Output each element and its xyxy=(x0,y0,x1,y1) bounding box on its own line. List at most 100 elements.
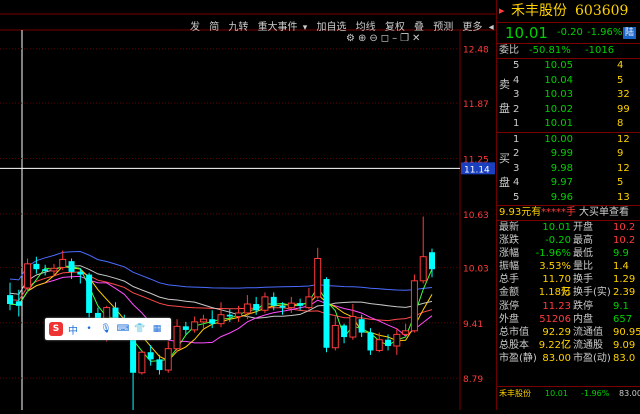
stat-row: 涨停11.23跌停9.1 xyxy=(497,300,640,313)
y-tick-label: 9.41 xyxy=(463,320,483,330)
stat-row: 涨幅-1.96%最低9.9 xyxy=(497,247,640,260)
candle-body xyxy=(332,325,338,347)
order-price: 9.98 xyxy=(543,162,573,177)
ratio-pct: -50.81% xyxy=(529,44,571,58)
toolbar-item[interactable]: 加自选 xyxy=(316,22,346,33)
candle-body xyxy=(350,317,356,338)
order-row[interactable]: 29.999 xyxy=(497,147,640,162)
footer-row: 禾丰股份 10.01 -1.96% 83.00 xyxy=(497,386,640,401)
order-row[interactable]: 59.9613 xyxy=(497,191,640,206)
candle-body xyxy=(25,264,31,288)
order-level: 1 xyxy=(513,117,519,132)
restore-icon[interactable]: ❐ xyxy=(400,33,412,44)
order-row[interactable]: 310.0332 xyxy=(497,88,640,103)
y-tick-label: 10.03 xyxy=(463,264,489,274)
order-volume: 8 xyxy=(617,117,623,132)
stat-label: 振幅 xyxy=(499,260,519,273)
dropdown-icon[interactable]: ▸ xyxy=(499,0,505,22)
minimize-icon[interactable]: – xyxy=(392,33,400,44)
order-price: 10.01 xyxy=(543,117,573,132)
candle-body xyxy=(262,297,268,310)
toolbar-item[interactable]: 叠 xyxy=(414,22,424,33)
candle-body xyxy=(192,322,198,330)
sogou-logo-icon: S xyxy=(49,322,63,336)
order-price: 10.00 xyxy=(543,133,573,148)
order-volume: 32 xyxy=(617,88,630,103)
toolbar-item[interactable]: 预测 xyxy=(433,22,453,33)
plus-circle-icon[interactable]: ⊕ xyxy=(358,33,369,44)
close-icon[interactable]: ✕ xyxy=(412,33,423,44)
stat-row: 市盈(静)83.00市盈(动)83.0 xyxy=(497,352,640,365)
microphone-icon[interactable]: 🎙 xyxy=(100,323,112,335)
candle-body xyxy=(324,279,330,348)
stat-value: 90.95 xyxy=(613,326,640,339)
collapse-icon[interactable]: ◂ xyxy=(489,22,494,33)
order-row[interactable]: 410.045 xyxy=(497,74,640,89)
order-level: 3 xyxy=(513,162,519,177)
toolbar-item[interactable]: 复权 xyxy=(385,22,405,33)
candle-body xyxy=(359,319,365,332)
keyboard-icon[interactable]: ⌨ xyxy=(117,323,129,335)
toolbar-item[interactable]: 均线 xyxy=(356,22,376,33)
minus-circle-icon[interactable]: ⊖ xyxy=(369,33,380,44)
stat-value: 10.2 xyxy=(613,234,635,247)
candle-body xyxy=(218,315,224,324)
candle-body xyxy=(429,252,435,269)
order-price: 10.04 xyxy=(543,74,573,89)
toolbar-item[interactable]: 重大事件 xyxy=(258,22,298,33)
kline-svg[interactable]: 12.4811.8711.2510.6310.039.418.7911.148.… xyxy=(0,0,495,410)
toolbar-item[interactable]: 九转 xyxy=(228,22,248,33)
stat-value: 1.18亿 xyxy=(533,286,571,299)
stat-row: 总市值92.29亿流通值90.95 xyxy=(497,326,640,339)
toolbar-item[interactable]: 发 xyxy=(190,22,200,33)
order-row[interactable]: 510.054 xyxy=(497,59,640,74)
input-mode-label[interactable]: 中 xyxy=(68,322,78,337)
stat-label: 最低 xyxy=(573,247,593,260)
stat-value: 9.22亿 xyxy=(533,339,571,352)
toolbar-item[interactable]: 简 xyxy=(209,22,219,33)
stat-label: 量比 xyxy=(573,260,593,273)
stat-value: 83.00 xyxy=(533,352,571,365)
candle-body xyxy=(341,325,347,337)
toolbar-item[interactable]: 更多 xyxy=(462,22,482,33)
kline-chart[interactable]: 12.4811.8711.2510.6310.039.418.7911.148.… xyxy=(0,0,495,410)
connect-badge[interactable]: 陆 xyxy=(623,27,636,39)
order-row[interactable]: 39.9812 xyxy=(497,162,640,177)
stat-row: 外盘51206内盘657 xyxy=(497,313,640,326)
stat-label: 金额 xyxy=(499,286,519,299)
order-row[interactable]: 110.0012 xyxy=(497,133,640,148)
stat-value: -1.96% xyxy=(533,247,571,260)
stat-row: 总手11.70万换手1.29 xyxy=(497,273,640,286)
order-row[interactable]: 210.0299 xyxy=(497,103,640,118)
ratio-value: -1016 xyxy=(585,44,614,58)
candle-body xyxy=(411,281,417,331)
square-icon[interactable]: ◻ xyxy=(381,33,392,44)
stat-value: 9.1 xyxy=(613,300,629,313)
ratio-label: 委比 xyxy=(499,44,519,58)
candle-body xyxy=(148,352,154,359)
grid-icon[interactable]: ▦ xyxy=(151,323,163,335)
dot-icon[interactable]: • xyxy=(83,323,95,335)
big-order-notice[interactable]: 9.93元有 *****手 大买单查看 xyxy=(497,205,640,220)
order-row[interactable]: 49.975 xyxy=(497,176,640,191)
stat-row: 总股本9.22亿流通股9.09 xyxy=(497,339,640,352)
floating-toolbar[interactable]: S 中 • 🎙 ⌨ 👕 ▦ xyxy=(45,318,171,340)
notice-link[interactable]: 大买单查看 xyxy=(579,206,629,220)
candle-body xyxy=(33,264,39,269)
candle-body xyxy=(42,269,48,271)
candle-body xyxy=(209,319,215,323)
shirt-icon[interactable]: 👕 xyxy=(134,323,146,335)
candle-body xyxy=(253,304,259,310)
footer-price: 10.01 xyxy=(545,387,568,401)
candle-body xyxy=(16,301,22,305)
dropdown-icon[interactable]: ▾ xyxy=(303,23,308,33)
candle-body xyxy=(139,352,145,373)
stat-label: 总市值 xyxy=(499,326,529,339)
stat-value: 51206 xyxy=(533,313,571,326)
order-row[interactable]: 1 10.01 8 xyxy=(497,117,640,132)
stat-label: 流通值 xyxy=(573,326,603,339)
gear-icon[interactable]: ⚙ xyxy=(346,33,358,44)
candle-body xyxy=(236,313,242,317)
stat-value: 2.39 xyxy=(613,286,635,299)
stat-value: -0.20 xyxy=(533,234,571,247)
